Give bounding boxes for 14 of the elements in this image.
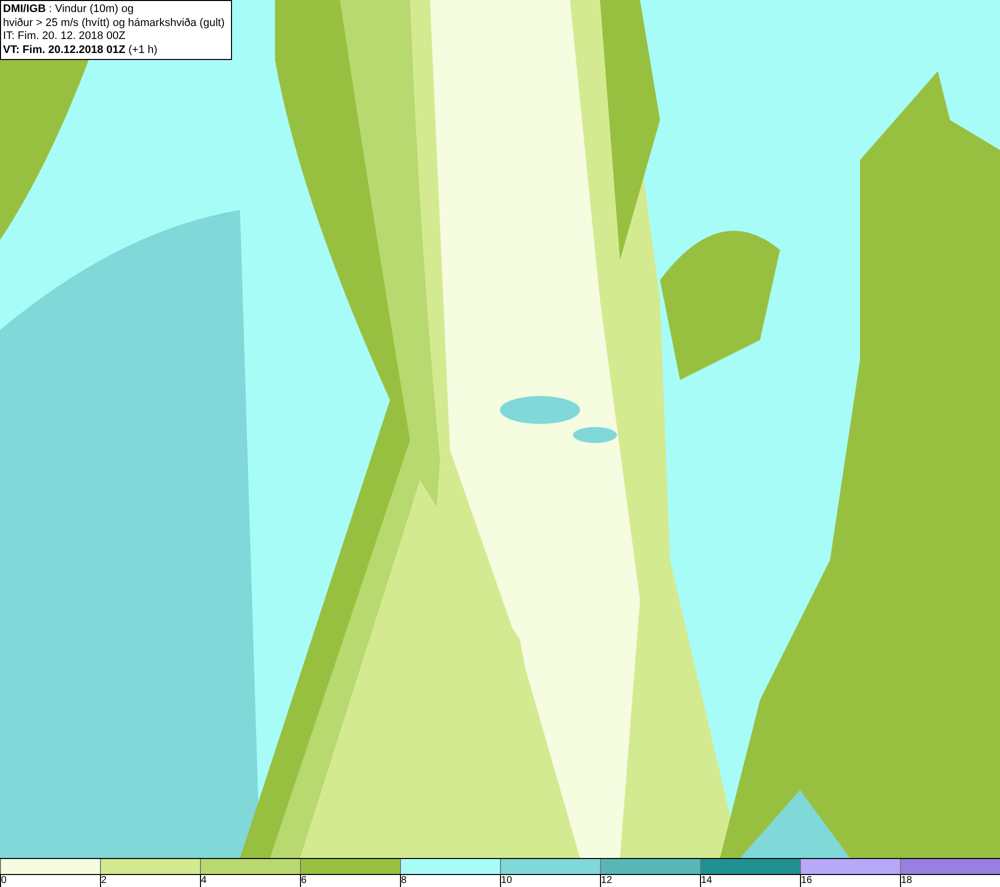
legend-label: 2 xyxy=(101,875,107,887)
header-line: VT: Fim. 20.12.2018 01Z (+1 h) xyxy=(3,44,158,57)
legend-label: 16 xyxy=(801,875,812,887)
legend-label: 18 xyxy=(901,875,912,887)
header-line: DMI/IGB : Vindur (10m) og xyxy=(3,3,135,16)
legend-label: 12 xyxy=(601,875,612,887)
legend-label: 6 xyxy=(301,875,307,887)
legend-label: 4 xyxy=(201,875,207,887)
header-line: IT: Fim. 20. 12. 2018 00Z xyxy=(3,30,126,44)
header-line: hviður > 25 m/s (hvítt) og hámarkshviða (gult) xyxy=(3,16,225,30)
legend-label: 10 xyxy=(501,875,512,887)
legend-label: 8 xyxy=(401,875,407,887)
legend-label: 14 xyxy=(701,875,712,887)
legend-label: 0 xyxy=(1,875,7,887)
